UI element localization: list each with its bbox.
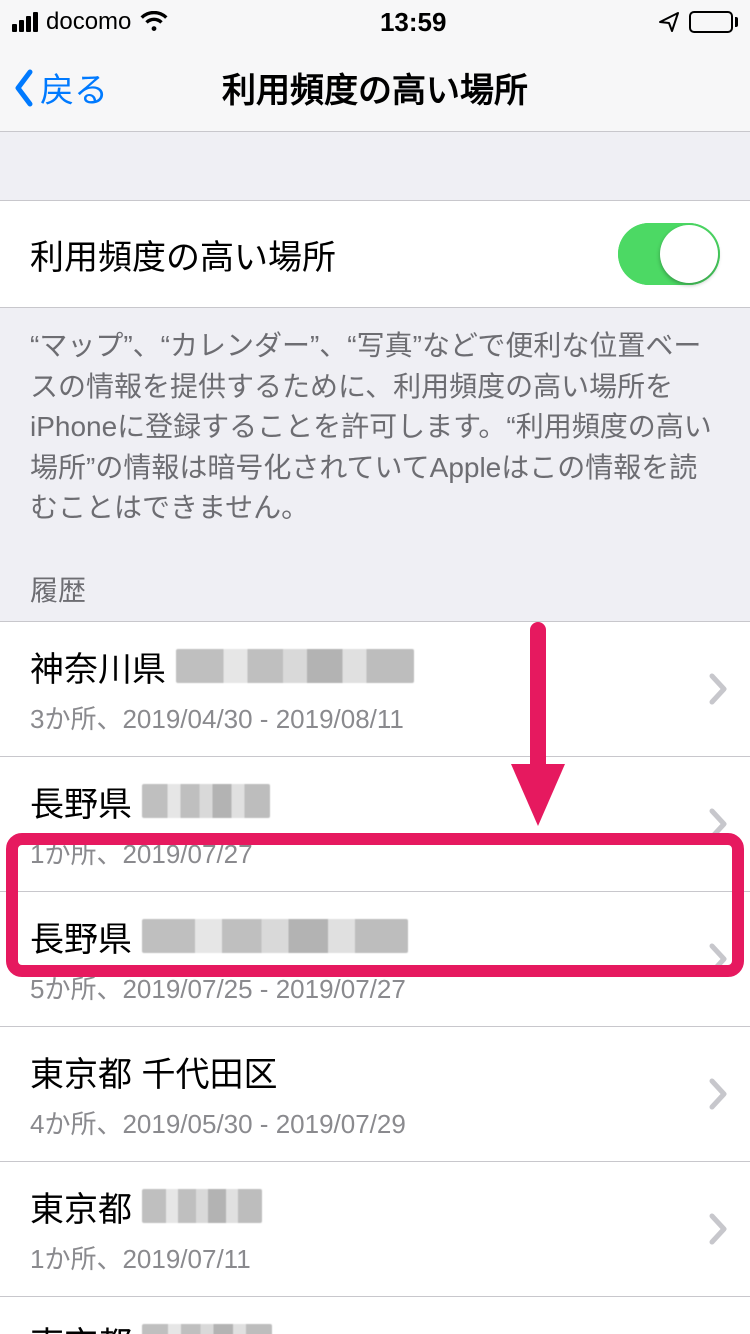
status-right xyxy=(657,10,738,34)
history-header: 履歴 xyxy=(0,529,750,621)
chevron-right-icon xyxy=(708,942,728,976)
spacer xyxy=(0,132,750,200)
row-main: 東京都 1か所、2019/07/11 xyxy=(30,1182,708,1276)
toggle-description: “マップ”、“カレンダー”、“写真”などで便利な位置ベースの情報を提供するために… xyxy=(0,308,750,529)
chevron-right-icon xyxy=(708,1077,728,1111)
history-list: 神奈川県 3か所、2019/04/30 - 2019/08/11 長野県 1か所、20… xyxy=(0,621,750,1334)
redacted-text xyxy=(142,1189,262,1223)
row-title: 東京都 xyxy=(30,1317,132,1334)
row-title-line: 東京都 xyxy=(30,1317,708,1334)
row-subtitle: 1か所、2019/07/11 xyxy=(30,1239,708,1276)
status-time: 13:59 xyxy=(380,7,447,38)
row-main: 長野県 5か所、2019/07/25 - 2019/07/27 xyxy=(30,912,708,1006)
redacted-text xyxy=(142,784,270,818)
toggle-label: 利用頻度の高い場所 xyxy=(30,230,336,279)
significant-locations-switch[interactable] xyxy=(618,223,720,285)
row-title-line: 東京都 xyxy=(30,1182,708,1231)
history-row[interactable]: 長野県 1か所、2019/07/27 xyxy=(0,757,750,892)
row-title: 長野県 xyxy=(30,777,132,826)
row-title: 東京都 千代田区 xyxy=(30,1047,277,1096)
back-label: 戻る xyxy=(40,63,108,112)
history-row[interactable]: 神奈川県 3か所、2019/04/30 - 2019/08/11 xyxy=(0,622,750,757)
row-title-line: 長野県 xyxy=(30,777,708,826)
history-row[interactable]: 東京都 千代田区 4か所、2019/05/30 - 2019/07/29 xyxy=(0,1027,750,1162)
row-title-line: 長野県 xyxy=(30,912,708,961)
row-subtitle: 5か所、2019/07/25 - 2019/07/27 xyxy=(30,969,708,1006)
wifi-icon xyxy=(139,11,169,33)
redacted-text xyxy=(142,1324,272,1334)
row-main: 東京都1か所、2019/06/23 xyxy=(30,1317,708,1334)
row-main: 神奈川県 3か所、2019/04/30 - 2019/08/11 xyxy=(30,642,708,736)
chevron-right-icon xyxy=(708,672,728,706)
row-title-line: 東京都 千代田区 xyxy=(30,1047,708,1096)
history-row[interactable]: 長野県 5か所、2019/07/25 - 2019/07/27 xyxy=(0,892,750,1027)
carrier-label: docomo xyxy=(46,8,131,36)
history-row[interactable]: 東京都1か所、2019/06/23 xyxy=(0,1297,750,1334)
status-left: docomo xyxy=(12,8,169,36)
row-title-line: 神奈川県 xyxy=(30,642,708,691)
chevron-right-icon xyxy=(708,807,728,841)
chevron-right-icon xyxy=(708,1212,728,1246)
row-subtitle: 3か所、2019/04/30 - 2019/08/11 xyxy=(30,699,708,736)
page-title: 利用頻度の高い場所 xyxy=(0,63,750,112)
toggle-group: 利用頻度の高い場所 xyxy=(0,200,750,308)
row-title: 長野県 xyxy=(30,912,132,961)
significant-locations-toggle-row: 利用頻度の高い場所 xyxy=(0,201,750,307)
history-row[interactable]: 東京都 1か所、2019/07/11 xyxy=(0,1162,750,1297)
chevron-left-icon xyxy=(12,68,36,108)
row-title: 東京都 xyxy=(30,1182,132,1231)
redacted-text xyxy=(142,919,408,953)
signal-icon xyxy=(12,12,38,32)
battery-icon xyxy=(689,11,738,33)
status-bar: docomo 13:59 xyxy=(0,0,750,44)
back-button[interactable]: 戻る xyxy=(12,63,108,112)
row-subtitle: 1か所、2019/07/27 xyxy=(30,834,708,871)
nav-bar: 戻る 利用頻度の高い場所 xyxy=(0,44,750,132)
row-main: 長野県 1か所、2019/07/27 xyxy=(30,777,708,871)
row-main: 東京都 千代田区 4か所、2019/05/30 - 2019/07/29 xyxy=(30,1047,708,1141)
redacted-text xyxy=(176,649,414,683)
location-icon xyxy=(657,10,681,34)
row-title: 神奈川県 xyxy=(30,642,166,691)
row-subtitle: 4か所、2019/05/30 - 2019/07/29 xyxy=(30,1104,708,1141)
